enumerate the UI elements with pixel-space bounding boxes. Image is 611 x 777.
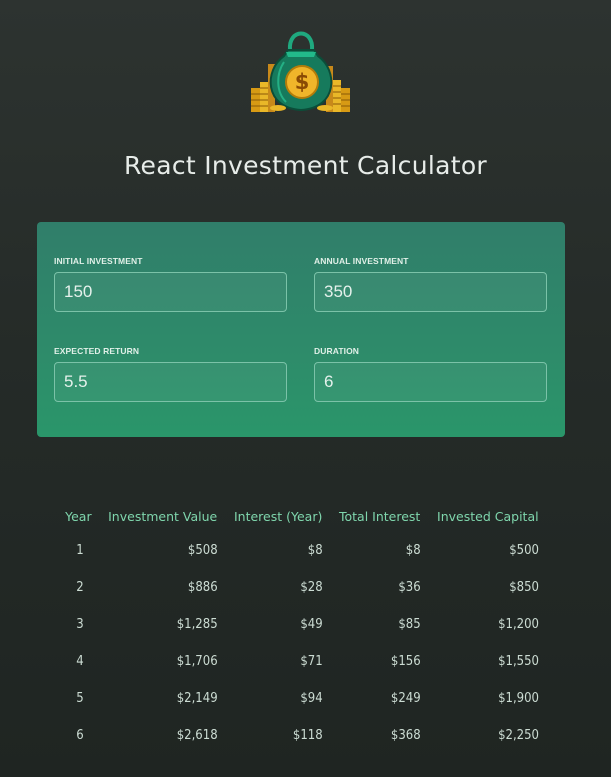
total-interest-cell: $368 (390, 728, 421, 743)
annual-investment-label: Annual Investment (314, 256, 409, 266)
initial-investment-group: Initial Investment (54, 256, 287, 312)
interest-year-cell: $49 (300, 617, 323, 632)
invested-capital-cell: $1,900 (498, 691, 539, 706)
table-row: 3 $1,285 $49 $85 $1,200 (57, 606, 547, 643)
interest-year-cell: $118 (292, 728, 323, 743)
year-cell: 1 (76, 543, 84, 558)
col-header-year: Year (65, 508, 92, 524)
duration-input[interactable] (314, 362, 547, 402)
year-cell: 3 (76, 617, 84, 632)
total-interest-cell: $85 (398, 617, 421, 632)
investment-value-cell: $1,706 (176, 654, 218, 669)
col-header-investment-value: Investment Value (108, 508, 218, 524)
expected-return-label: Expected Return (54, 346, 140, 356)
interest-year-cell: $8 (307, 543, 323, 558)
annual-investment-group: Annual Investment (314, 256, 547, 312)
table-row: 6 $2,618 $118 $368 $2,250 (57, 717, 547, 754)
investment-value-cell: $1,285 (176, 617, 218, 632)
investment-value-cell: $886 (187, 580, 218, 595)
year-cell: 2 (76, 580, 84, 595)
investment-value-cell: $508 (187, 543, 218, 558)
svg-text:$: $ (295, 70, 310, 94)
interest-year-cell: $28 (300, 580, 323, 595)
total-interest-cell: $36 (398, 580, 421, 595)
investment-value-cell: $2,618 (176, 728, 218, 743)
invested-capital-cell: $1,200 (498, 617, 539, 632)
invested-capital-cell: $2,250 (498, 728, 539, 743)
table-row: 5 $2,149 $94 $249 $1,900 (57, 680, 547, 717)
year-cell: 5 (76, 691, 84, 706)
initial-investment-label: Initial Investment (54, 256, 143, 266)
table-row: 1 $508 $8 $8 $500 (57, 532, 547, 569)
invested-capital-cell: $850 (509, 580, 539, 595)
duration-label: Duration (314, 346, 360, 356)
user-input-panel: Initial Investment Annual Investment Exp… (37, 222, 565, 437)
total-interest-cell: $156 (390, 654, 421, 669)
initial-investment-input[interactable] (54, 272, 287, 312)
total-interest-cell: $249 (390, 691, 421, 706)
invested-capital-cell: $1,550 (498, 654, 539, 669)
col-header-total-interest: Total Interest (339, 508, 421, 524)
results-table: Year Investment Value Interest (Year) To… (57, 500, 547, 754)
col-header-interest-year: Interest (Year) (233, 508, 323, 524)
table-row: 4 $1,706 $71 $156 $1,550 (57, 643, 547, 680)
results-header-row: Year Investment Value Interest (Year) To… (57, 500, 547, 532)
total-interest-cell: $8 (405, 543, 421, 558)
interest-year-cell: $94 (300, 691, 323, 706)
col-header-invested-capital: Invested Capital (437, 508, 539, 524)
app-header: $ React Investment Calculator (0, 0, 611, 180)
expected-return-input[interactable] (54, 362, 287, 402)
money-bag-icon: $ (251, 31, 350, 112)
page-title: React Investment Calculator (123, 150, 488, 180)
duration-group: Duration (314, 346, 547, 402)
expected-return-group: Expected Return (54, 346, 287, 402)
year-cell: 4 (76, 654, 84, 669)
invested-capital-cell: $500 (509, 543, 539, 558)
interest-year-cell: $71 (300, 654, 323, 669)
year-cell: 6 (76, 728, 84, 743)
table-row: 2 $886 $28 $36 $850 (57, 569, 547, 606)
annual-investment-input[interactable] (314, 272, 547, 312)
investment-value-cell: $2,149 (176, 691, 218, 706)
